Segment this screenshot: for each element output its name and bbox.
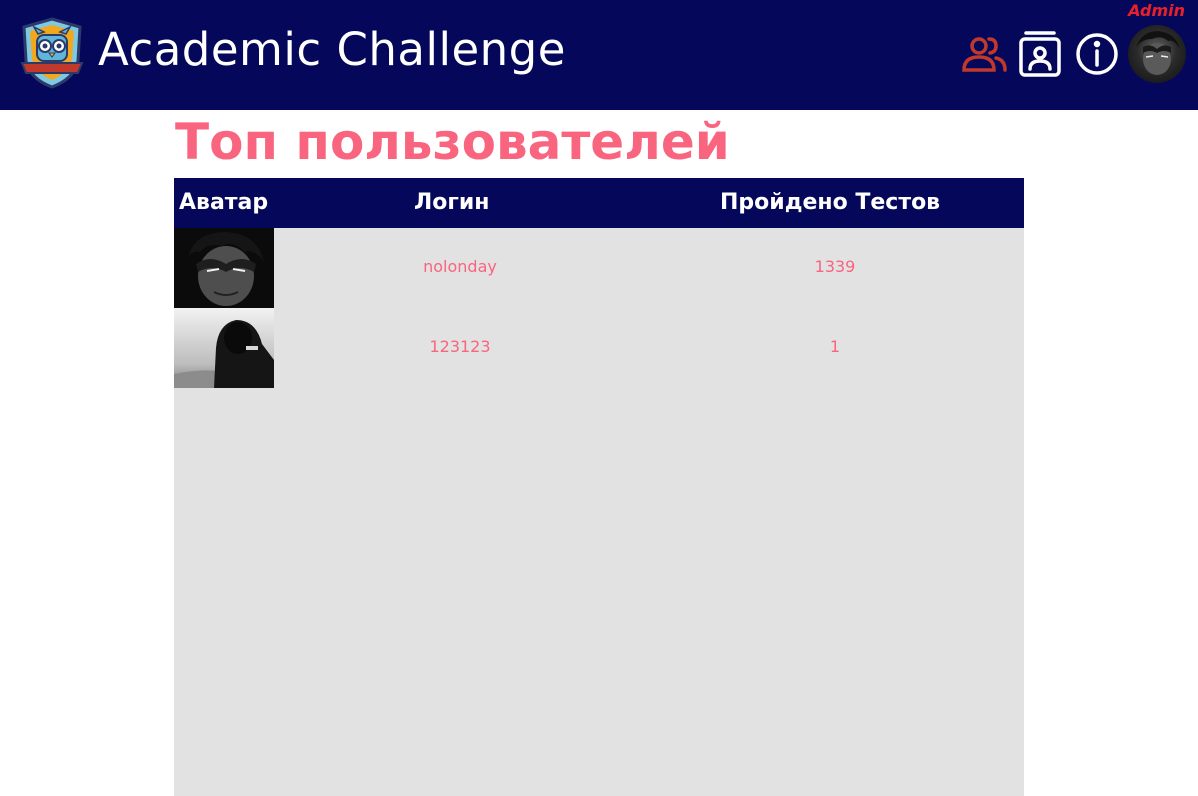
page-title: Топ пользователей (175, 113, 730, 171)
app-title: Academic Challenge (98, 23, 566, 76)
column-header-avatar: Аватар (179, 190, 269, 215)
top-navbar: Academic Challenge Admin (0, 0, 1198, 110)
table-row[interactable]: nolonday 1339 (174, 228, 1024, 308)
column-header-tests: Пройдено Тестов (720, 190, 941, 215)
table-header: Аватар Логин Пройдено Тестов (174, 178, 1024, 228)
role-badge: Admin (1128, 1, 1185, 20)
table-row[interactable]: 123123 1 (174, 308, 1024, 388)
column-header-login: Логин (414, 190, 490, 215)
info-icon[interactable] (1073, 30, 1121, 78)
leaderboard-table: Аватар Логин Пройдено Тестов nolonday 13… (174, 178, 1024, 796)
row-tests-count: 1 (829, 337, 841, 356)
row-tests-count: 1339 (814, 257, 856, 276)
row-avatar-image (174, 308, 274, 388)
user-avatar[interactable] (1128, 25, 1186, 83)
row-avatar-image (174, 228, 274, 308)
row-login: 123123 (429, 337, 491, 356)
owl-shield-logo[interactable] (20, 17, 84, 89)
row-login: nolonday (423, 257, 497, 276)
profile-card-icon[interactable] (1016, 29, 1064, 77)
users-icon[interactable] (960, 30, 1008, 78)
